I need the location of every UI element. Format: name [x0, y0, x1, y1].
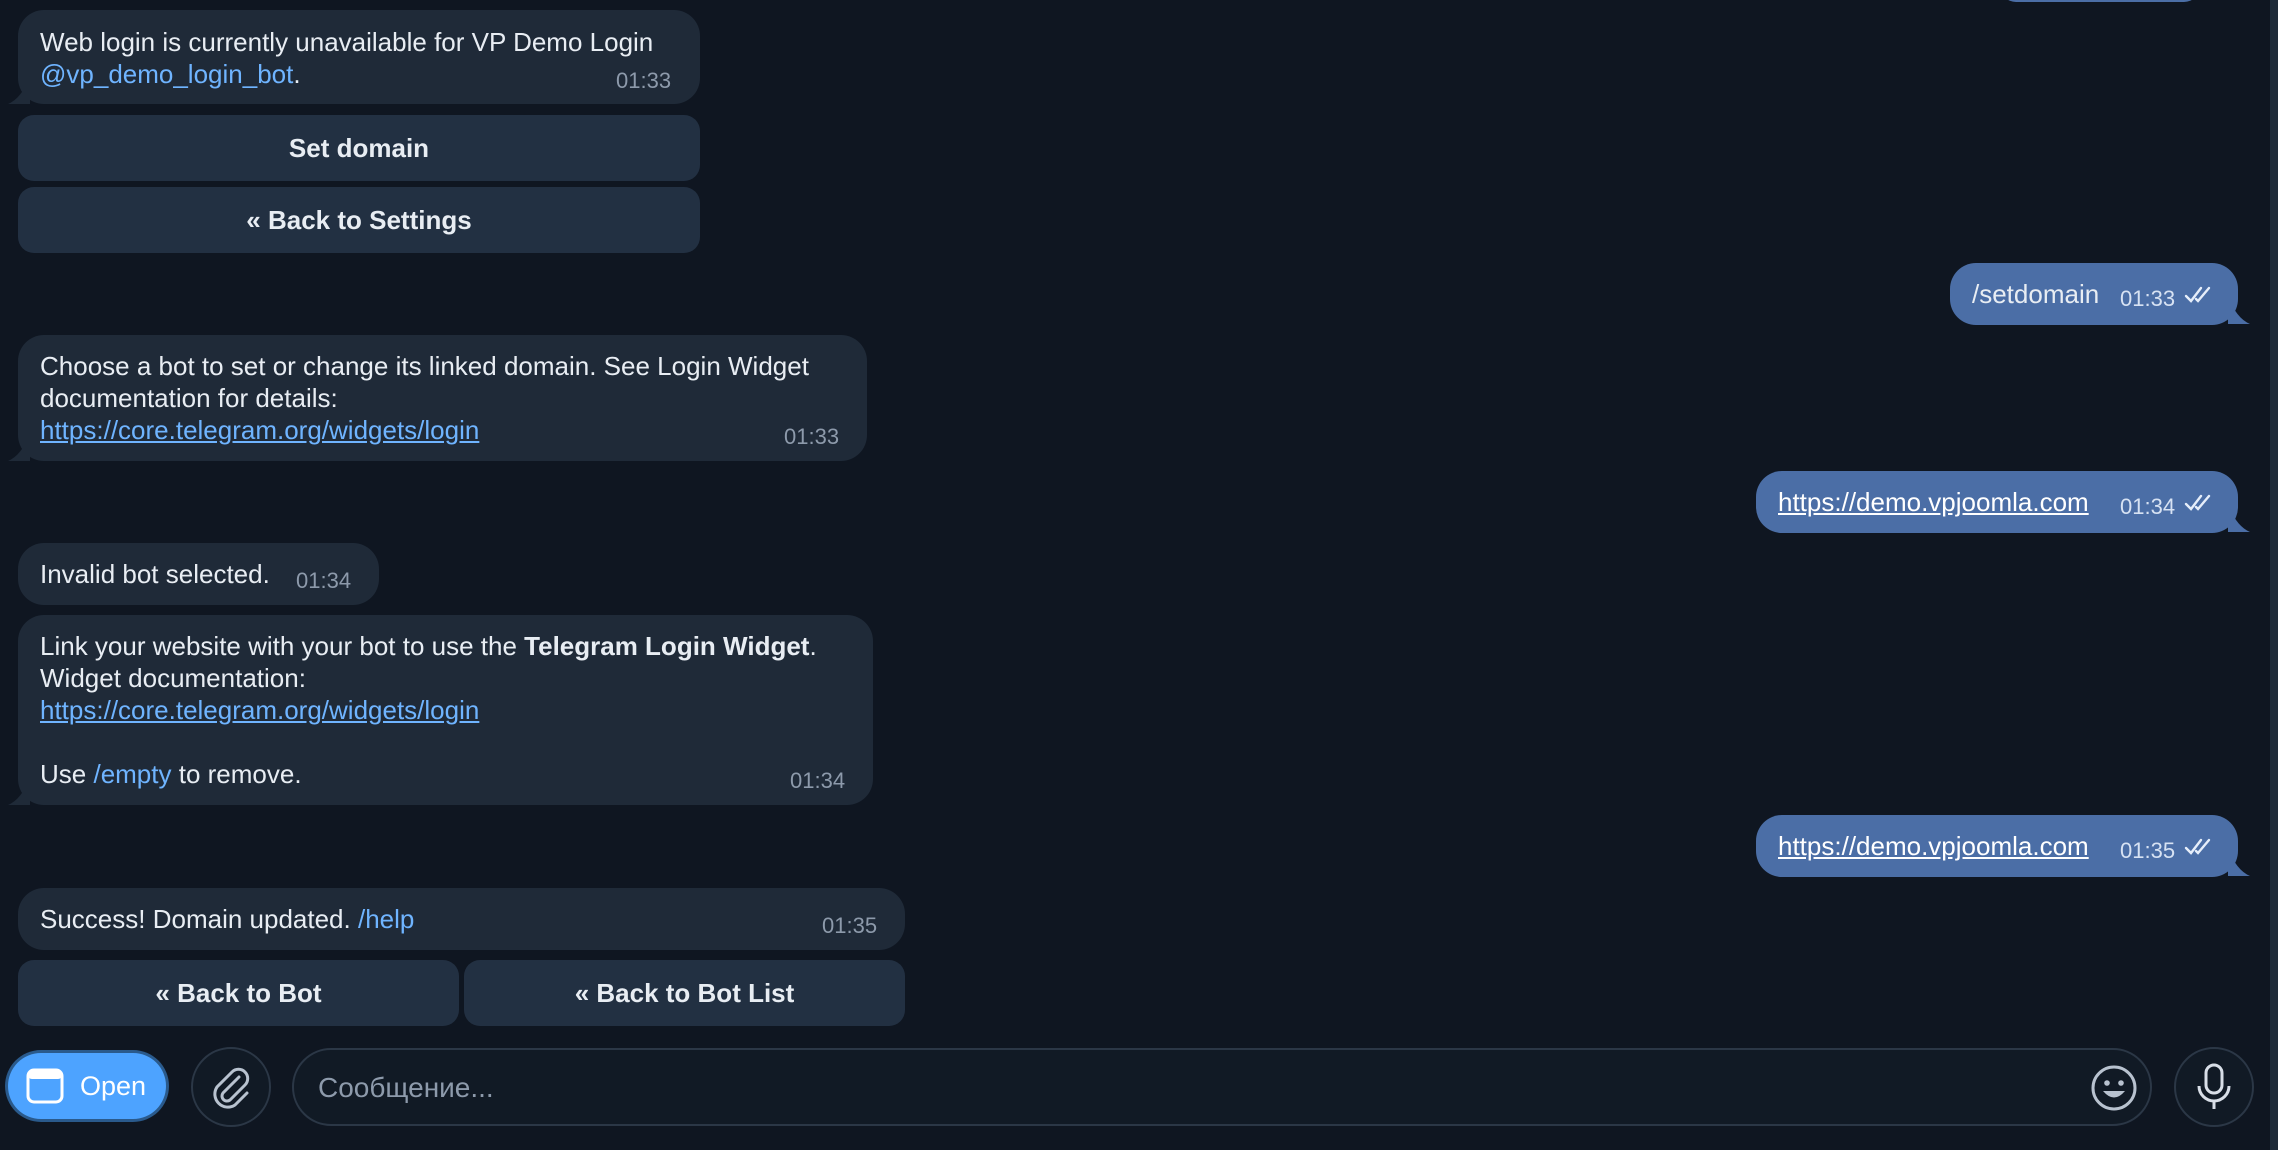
double-check-icon — [2184, 494, 2211, 511]
message-text: Invalid bot selected. — [40, 559, 270, 589]
message-bold-text: Telegram Login Widget — [524, 631, 810, 661]
user-message-setdomain: /setdomain 01:33 — [1950, 263, 2238, 325]
back-to-settings-button[interactable]: « Back to Settings — [18, 187, 700, 253]
paperclip-icon — [213, 1067, 250, 1109]
user-message-domain-link: https://demo.vpjoomla.com 01:34 — [1756, 471, 2238, 533]
user-message-domain-link: https://demo.vpjoomla.com 01:35 — [1756, 815, 2238, 877]
bubble-tail — [8, 777, 30, 805]
message-composer — [292, 1048, 2152, 1126]
bot-message-link-website: Link your website with your bot to use t… — [18, 615, 873, 805]
message-time: 01:33 — [2120, 286, 2176, 311]
open-button-label: Open — [80, 1070, 147, 1101]
message-text-line: Widget documentation: — [40, 663, 306, 693]
message-text-line: Web login is currently unavailable for V… — [40, 27, 654, 57]
previous-outgoing-bubble — [2000, 0, 2200, 2]
message-text: to remove. — [171, 759, 302, 789]
bubble-tail — [8, 433, 30, 461]
emoji-icon[interactable] — [2090, 1064, 2138, 1112]
message-text-period: . — [809, 631, 817, 661]
bot-message-invalid-bot: Invalid bot selected. 01:34 — [18, 543, 379, 605]
double-check-icon — [2184, 838, 2211, 855]
help-command-link[interactable]: /help — [358, 904, 414, 934]
message-time: 01:34 — [2120, 494, 2176, 519]
message-input[interactable] — [316, 1062, 2080, 1114]
window-icon — [26, 1068, 64, 1104]
attach-button[interactable] — [191, 1047, 271, 1127]
message-time: 01:35 — [2120, 838, 2176, 863]
bubble-tail — [2228, 504, 2250, 532]
back-to-bot-button[interactable]: « Back to Bot — [18, 960, 459, 1026]
message-text-period: . — [293, 59, 301, 89]
message-time: 01:33 — [784, 424, 840, 449]
bot-message-success: Success! Domain updated. /help 01:35 — [18, 888, 905, 950]
voice-record-button[interactable] — [2174, 1047, 2254, 1127]
bubble-tail — [2228, 296, 2250, 324]
message-text: Use — [40, 759, 94, 789]
message-time: 01:34 — [790, 768, 846, 793]
domain-link[interactable]: https://demo.vpjoomla.com — [1778, 831, 2089, 861]
message-text-line: Choose a bot to set or change its linked… — [40, 351, 809, 381]
open-web-app-button[interactable]: Open — [8, 1053, 166, 1119]
window-edge — [2270, 0, 2278, 1150]
bubble-tail — [8, 76, 30, 104]
widgets-login-link[interactable]: https://core.telegram.org/widgets/login — [40, 695, 479, 725]
bubble-tail — [2228, 848, 2250, 876]
bot-message-web-login-unavailable: Web login is currently unavailable for V… — [18, 10, 700, 104]
widgets-login-link[interactable]: https://core.telegram.org/widgets/login — [40, 415, 479, 445]
bot-mention-link[interactable]: @vp_demo_login_bot — [40, 59, 293, 89]
domain-link[interactable]: https://demo.vpjoomla.com — [1778, 487, 2089, 517]
empty-command-link[interactable]: /empty — [93, 759, 171, 789]
message-text: Success! Domain updated. — [40, 904, 358, 934]
double-check-icon — [2184, 286, 2211, 303]
message-time: 01:34 — [296, 568, 352, 593]
message-time: 01:33 — [616, 68, 672, 93]
message-time: 01:35 — [822, 913, 878, 938]
microphone-icon — [2197, 1063, 2231, 1109]
bot-message-choose-bot: Choose a bot to set or change its linked… — [18, 335, 867, 461]
set-domain-button[interactable]: Set domain — [18, 115, 700, 181]
back-to-bot-list-button[interactable]: « Back to Bot List — [464, 960, 905, 1026]
message-text: Link your website with your bot to use t… — [40, 631, 525, 661]
message-text-line: documentation for details: — [40, 383, 338, 413]
message-text: /setdomain — [1972, 279, 2100, 309]
